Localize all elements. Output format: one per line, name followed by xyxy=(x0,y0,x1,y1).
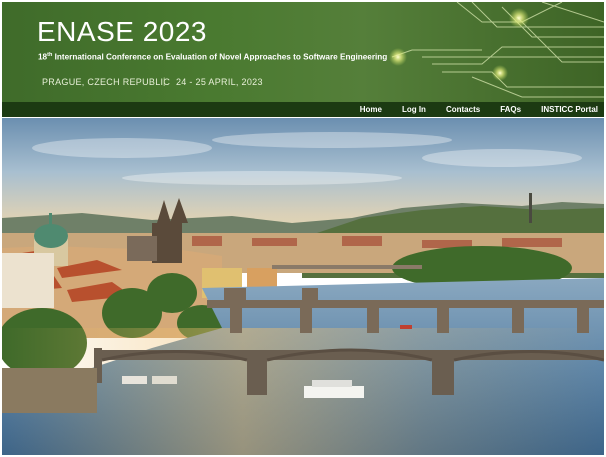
nav-insticc-portal[interactable]: INSTICC Portal xyxy=(541,105,598,114)
edition-number: 18 xyxy=(38,52,48,62)
header-banner: ENASE 2023 18th International Conference… xyxy=(2,2,604,102)
nav-login[interactable]: Log In xyxy=(402,105,426,114)
top-navigation: Home Log In Contacts FAQs INSTICC Portal xyxy=(2,102,604,117)
prague-illustration xyxy=(2,118,604,455)
nav-home[interactable]: Home xyxy=(360,105,382,114)
nav-faqs[interactable]: FAQs xyxy=(500,105,521,114)
prague-cityscape-image xyxy=(2,118,604,455)
conference-title: ENASE 2023 xyxy=(37,16,207,47)
conference-subtitle: 18th International Conference on Evaluat… xyxy=(38,52,387,62)
conference-location: PRAGUE, CZECH REPUBLIC xyxy=(42,77,171,87)
conference-name: International Conference on Evaluation o… xyxy=(52,52,388,62)
nav-menu: Home Log In Contacts FAQs INSTICC Portal xyxy=(360,102,598,117)
tower xyxy=(529,193,532,223)
header-separator: | xyxy=(163,76,166,86)
nav-contacts[interactable]: Contacts xyxy=(446,105,480,114)
conference-dates: 24 - 25 APRIL, 2023 xyxy=(176,77,263,87)
